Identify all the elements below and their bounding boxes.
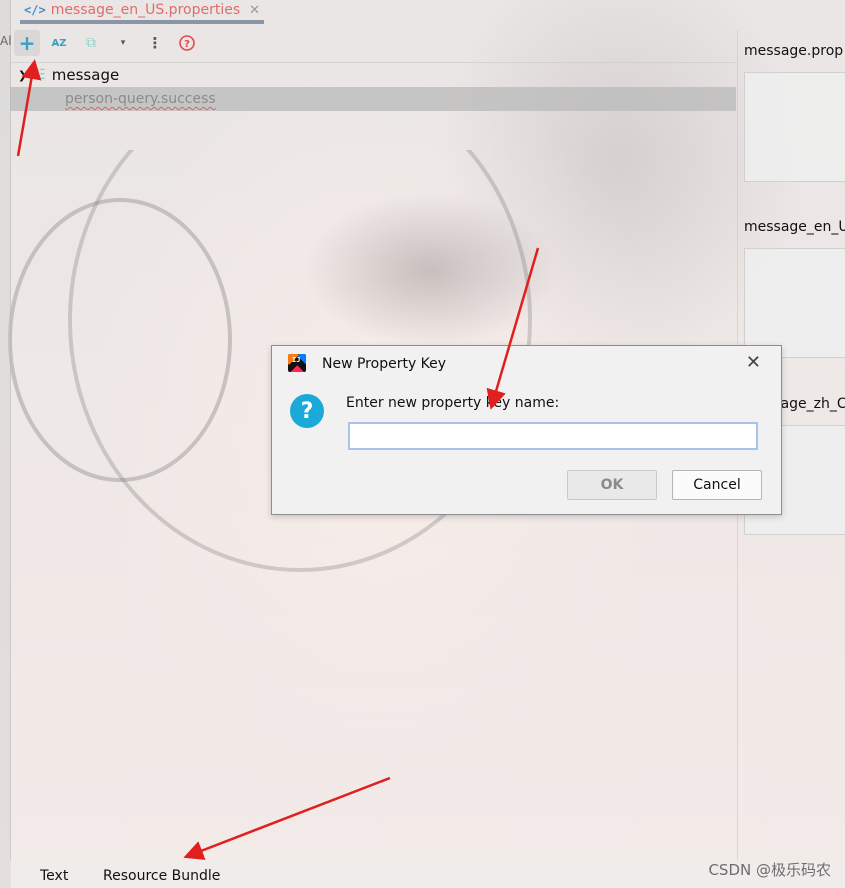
sort-az-icon: A̵Z (51, 37, 67, 49)
help-icon: ? (179, 35, 195, 51)
code-file-icon: </> (24, 3, 46, 17)
tree-node-property-key[interactable]: person-query.success (10, 87, 736, 111)
dialog-prompt: Enter new property key name: (346, 395, 560, 411)
locale-label-default: message.prop (744, 43, 844, 59)
property-key-input[interactable] (348, 422, 758, 450)
tab-resource-bundle[interactable]: Resource Bundle (103, 868, 220, 884)
property-key-label: person-query.success (65, 91, 216, 107)
tab-label: message_en_US.properties (50, 2, 241, 18)
close-icon[interactable]: ✕ (746, 352, 761, 373)
properties-bundle-icon: ☷ (33, 67, 46, 83)
tree-node-label: message (51, 66, 120, 84)
chevron-down-icon: ▾ (120, 38, 126, 48)
value-editor-default[interactable] (744, 72, 845, 182)
help-button[interactable]: ? (174, 30, 200, 56)
ok-button[interactable]: OK (567, 470, 657, 500)
value-editor-en-us[interactable] (744, 248, 845, 358)
tag-icon: ⧉ (86, 35, 96, 51)
add-property-button[interactable]: + (14, 30, 40, 56)
plus-icon: + (18, 31, 36, 55)
more-vertical-icon: ⋮ (147, 34, 163, 52)
tab-message-en-us[interactable]: </> message_en_US.properties ✕ (20, 0, 265, 24)
sort-alphabetically-button[interactable]: A̵Z (46, 30, 72, 56)
new-property-key-dialog: IJ New Property Key ✕ ? Enter new proper… (271, 345, 782, 515)
left-gutter: Al (0, 0, 12, 888)
property-tree: ❯ ☷ message person-query.success (10, 62, 736, 111)
locale-label-en-us: message_en_U (744, 219, 845, 235)
question-icon: ? (290, 394, 324, 428)
tab-text[interactable]: Text (40, 868, 68, 884)
intellij-logo-icon: IJ (288, 354, 306, 372)
watermark: CSDN @极乐码农 (708, 861, 831, 879)
tree-node-message[interactable]: ❯ ☷ message (10, 62, 736, 87)
editor-tab-bar: </> message_en_US.properties ✕ (10, 0, 310, 24)
options-dropdown-button[interactable]: ▾ (110, 30, 136, 56)
help-glyph: ? (184, 39, 190, 50)
more-actions-button[interactable]: ⋮ (142, 30, 168, 56)
chevron-down-icon[interactable]: ❯ (18, 69, 27, 82)
cancel-button[interactable]: Cancel (672, 470, 762, 500)
bundle-toolbar: + A̵Z ⧉ ▾ ⋮ ? (14, 30, 200, 56)
gutter-label: Al (0, 34, 12, 48)
dialog-title: New Property Key (322, 356, 447, 372)
group-by-prefix-button[interactable]: ⧉ (78, 30, 104, 56)
close-tab-icon[interactable]: ✕ (249, 3, 260, 18)
